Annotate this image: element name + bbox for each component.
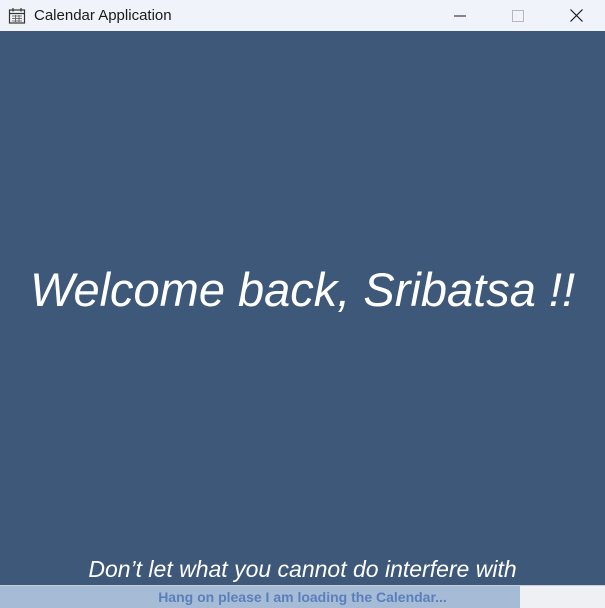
quote-text: Don’t let what you cannot do interfere w… — [88, 556, 517, 582]
maximize-icon — [512, 9, 524, 22]
minimize-button[interactable] — [431, 0, 489, 31]
title-bar[interactable]: Calendar Application — [0, 0, 605, 31]
close-icon — [569, 9, 583, 22]
progress-label: Hang on please I am loading the Calendar… — [158, 589, 447, 605]
close-button[interactable] — [547, 0, 605, 31]
loading-progress-bar: Hang on please I am loading the Calendar… — [0, 585, 605, 608]
window-controls — [431, 0, 605, 31]
welcome-message: Welcome back, Sribatsa !! — [29, 263, 576, 316]
maximize-button[interactable] — [489, 0, 547, 31]
minimize-icon — [454, 15, 466, 16]
window-title: Calendar Application — [34, 7, 172, 24]
calendar-app-window: Calendar Application Welcome back, Sriba… — [0, 0, 605, 608]
calendar-icon — [8, 7, 26, 25]
